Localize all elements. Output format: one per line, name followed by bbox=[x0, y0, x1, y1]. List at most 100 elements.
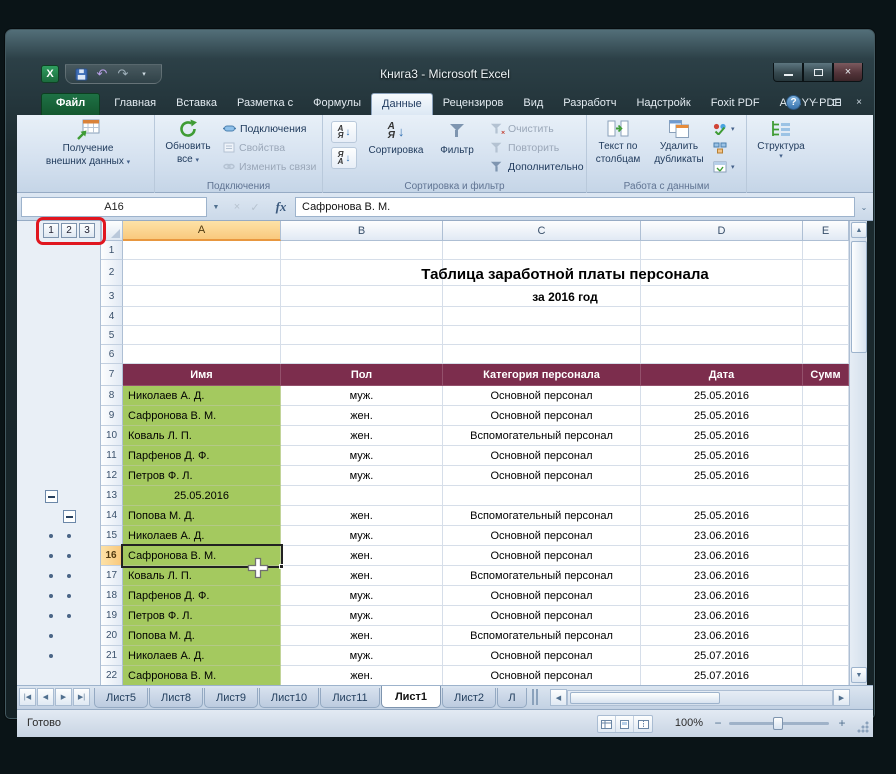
column-header-E[interactable]: E bbox=[803, 221, 849, 241]
ribbon-tab-Разметка с[interactable]: Разметка с bbox=[227, 93, 303, 115]
cell-E9[interactable] bbox=[803, 406, 849, 426]
cell-A20[interactable]: Попова М. Д. bbox=[123, 626, 281, 646]
fill-handle[interactable] bbox=[279, 564, 284, 569]
cell-A19[interactable]: Петров Ф. Л. bbox=[123, 606, 281, 626]
cell-E13[interactable] bbox=[803, 486, 849, 506]
what-if-analysis-button[interactable]: ▾ bbox=[713, 158, 735, 175]
cell-B4[interactable] bbox=[281, 307, 443, 326]
cell-A3[interactable] bbox=[123, 286, 281, 307]
reapply-button[interactable]: Повторить bbox=[489, 139, 559, 156]
cell-A12[interactable]: Петров Ф. Л. bbox=[123, 466, 281, 486]
cell-E2[interactable] bbox=[803, 260, 849, 286]
cell-D17[interactable]: 23.06.2016 bbox=[641, 566, 803, 586]
zoom-in-button[interactable]: + bbox=[835, 716, 849, 730]
ribbon-tab-Надстройк[interactable]: Надстройк bbox=[626, 93, 700, 115]
zoom-out-button[interactable]: − bbox=[711, 716, 725, 730]
row-header-16[interactable]: 16 bbox=[101, 546, 123, 566]
cell-A22[interactable]: Сафронова В. М. bbox=[123, 666, 281, 685]
cell-E6[interactable] bbox=[803, 345, 849, 364]
cell-B18[interactable]: муж. bbox=[281, 586, 443, 606]
cell-A4[interactable] bbox=[123, 307, 281, 326]
cell-C18[interactable]: Основной персонал bbox=[443, 586, 641, 606]
close-button[interactable]: × bbox=[833, 63, 863, 82]
row-header-17[interactable]: 17 bbox=[101, 566, 123, 586]
ribbon-tab-Вставка[interactable]: Вставка bbox=[166, 93, 227, 115]
text-to-columns-button[interactable]: Текст по столбцам bbox=[589, 119, 647, 165]
cell-A9[interactable]: Сафронова В. М. bbox=[123, 406, 281, 426]
cell-D10[interactable]: 25.05.2016 bbox=[641, 426, 803, 446]
cell-C1[interactable] bbox=[443, 241, 641, 260]
row-header-3[interactable]: 3 bbox=[101, 286, 123, 307]
cell-E16[interactable] bbox=[803, 546, 849, 566]
sheet-tab-Лист9[interactable]: Лист9 bbox=[204, 688, 258, 708]
cell-D20[interactable]: 23.06.2016 bbox=[641, 626, 803, 646]
column-header-C[interactable]: C bbox=[443, 221, 641, 241]
cell-D3[interactable] bbox=[641, 286, 803, 307]
cell-A8[interactable]: Николаев А. Д. bbox=[123, 386, 281, 406]
cell-B7[interactable]: Пол bbox=[281, 364, 443, 386]
cell-D14[interactable]: 25.05.2016 bbox=[641, 506, 803, 526]
page-break-view-button[interactable] bbox=[634, 716, 652, 732]
cell-D21[interactable]: 25.07.2016 bbox=[641, 646, 803, 666]
cell-A14[interactable]: Попова М. Д. bbox=[123, 506, 281, 526]
cell-C8[interactable]: Основной персонал bbox=[443, 386, 641, 406]
ribbon-tab-Рецензиров[interactable]: Рецензиров bbox=[433, 93, 514, 115]
cell-D4[interactable] bbox=[641, 307, 803, 326]
cell-D22[interactable]: 25.07.2016 bbox=[641, 666, 803, 685]
confirm-entry-button[interactable]: ✓ bbox=[247, 197, 263, 217]
filter-button[interactable]: Фильтр bbox=[431, 119, 483, 156]
row-header-13[interactable]: 13 bbox=[101, 486, 123, 506]
cell-A18[interactable]: Парфенов Д. Ф. bbox=[123, 586, 281, 606]
zoom-slider-thumb[interactable] bbox=[773, 717, 783, 730]
cell-D16[interactable]: 23.06.2016 bbox=[641, 546, 803, 566]
cell-A21[interactable]: Николаев А. Д. bbox=[123, 646, 281, 666]
cell-C7[interactable]: Категория персонала bbox=[443, 364, 641, 386]
row-header-7[interactable]: 7 bbox=[101, 364, 123, 386]
row-header-22[interactable]: 22 bbox=[101, 666, 123, 685]
cell-D19[interactable]: 23.06.2016 bbox=[641, 606, 803, 626]
horizontal-scrollbar-track[interactable] bbox=[567, 689, 833, 706]
row-header-21[interactable]: 21 bbox=[101, 646, 123, 666]
horizontal-scrollbar[interactable]: ◀ ▶ bbox=[550, 689, 850, 706]
row-header-9[interactable]: 9 bbox=[101, 406, 123, 426]
outline-collapse-button-row13[interactable] bbox=[45, 490, 58, 503]
cell-E18[interactable] bbox=[803, 586, 849, 606]
cell-B10[interactable]: жен. bbox=[281, 426, 443, 446]
next-sheet-button[interactable]: ▶ bbox=[55, 688, 72, 706]
remove-duplicates-button[interactable]: Удалить дубликаты bbox=[649, 119, 709, 165]
minimize-button[interactable] bbox=[773, 63, 803, 82]
cell-D8[interactable]: 25.05.2016 bbox=[641, 386, 803, 406]
cell-D1[interactable] bbox=[641, 241, 803, 260]
sheet-tab-Лист10[interactable]: Лист10 bbox=[259, 688, 319, 708]
cell-B13[interactable] bbox=[281, 486, 443, 506]
vertical-scrollbar[interactable]: ▲ ▼ bbox=[849, 221, 867, 685]
help-button[interactable]: ? bbox=[786, 95, 801, 110]
cell-C9[interactable]: Основной персонал bbox=[443, 406, 641, 426]
cell-A11[interactable]: Парфенов Д. Ф. bbox=[123, 446, 281, 466]
cell-E1[interactable] bbox=[803, 241, 849, 260]
resize-grip[interactable] bbox=[856, 720, 869, 733]
connections-button[interactable]: Подключения bbox=[223, 120, 306, 137]
cell-D18[interactable]: 23.06.2016 bbox=[641, 586, 803, 606]
name-box-dropdown[interactable]: ▼ bbox=[209, 197, 223, 217]
cell-D9[interactable]: 25.05.2016 bbox=[641, 406, 803, 426]
sheet-tab-Лист1[interactable]: Лист1 bbox=[381, 686, 441, 708]
column-header-B[interactable]: B bbox=[281, 221, 443, 241]
column-header-D[interactable]: D bbox=[641, 221, 803, 241]
cell-C21[interactable]: Основной персонал bbox=[443, 646, 641, 666]
cell-B21[interactable]: муж. bbox=[281, 646, 443, 666]
page-layout-view-button[interactable] bbox=[616, 716, 634, 732]
cell-E7[interactable]: Сумм bbox=[803, 364, 849, 386]
cell-A10[interactable]: Коваль Л. П. bbox=[123, 426, 281, 446]
sheet-tab-Лист2[interactable]: Лист2 bbox=[442, 688, 496, 708]
get-external-data-button[interactable]: Получение внешних данных ▾ bbox=[46, 119, 130, 168]
workbook-restore-button[interactable] bbox=[829, 95, 845, 110]
cell-C17[interactable]: Вспомогательный персонал bbox=[443, 566, 641, 586]
cell-C16[interactable]: Основной персонал bbox=[443, 546, 641, 566]
advanced-filter-button[interactable]: Дополнительно bbox=[489, 158, 584, 175]
cell-A7[interactable]: Имя bbox=[123, 364, 281, 386]
zoom-slider[interactable] bbox=[729, 717, 829, 730]
row-header-4[interactable]: 4 bbox=[101, 307, 123, 326]
ribbon-tab-Разработч[interactable]: Разработч bbox=[553, 93, 626, 115]
scroll-left-button[interactable]: ◀ bbox=[550, 689, 567, 706]
